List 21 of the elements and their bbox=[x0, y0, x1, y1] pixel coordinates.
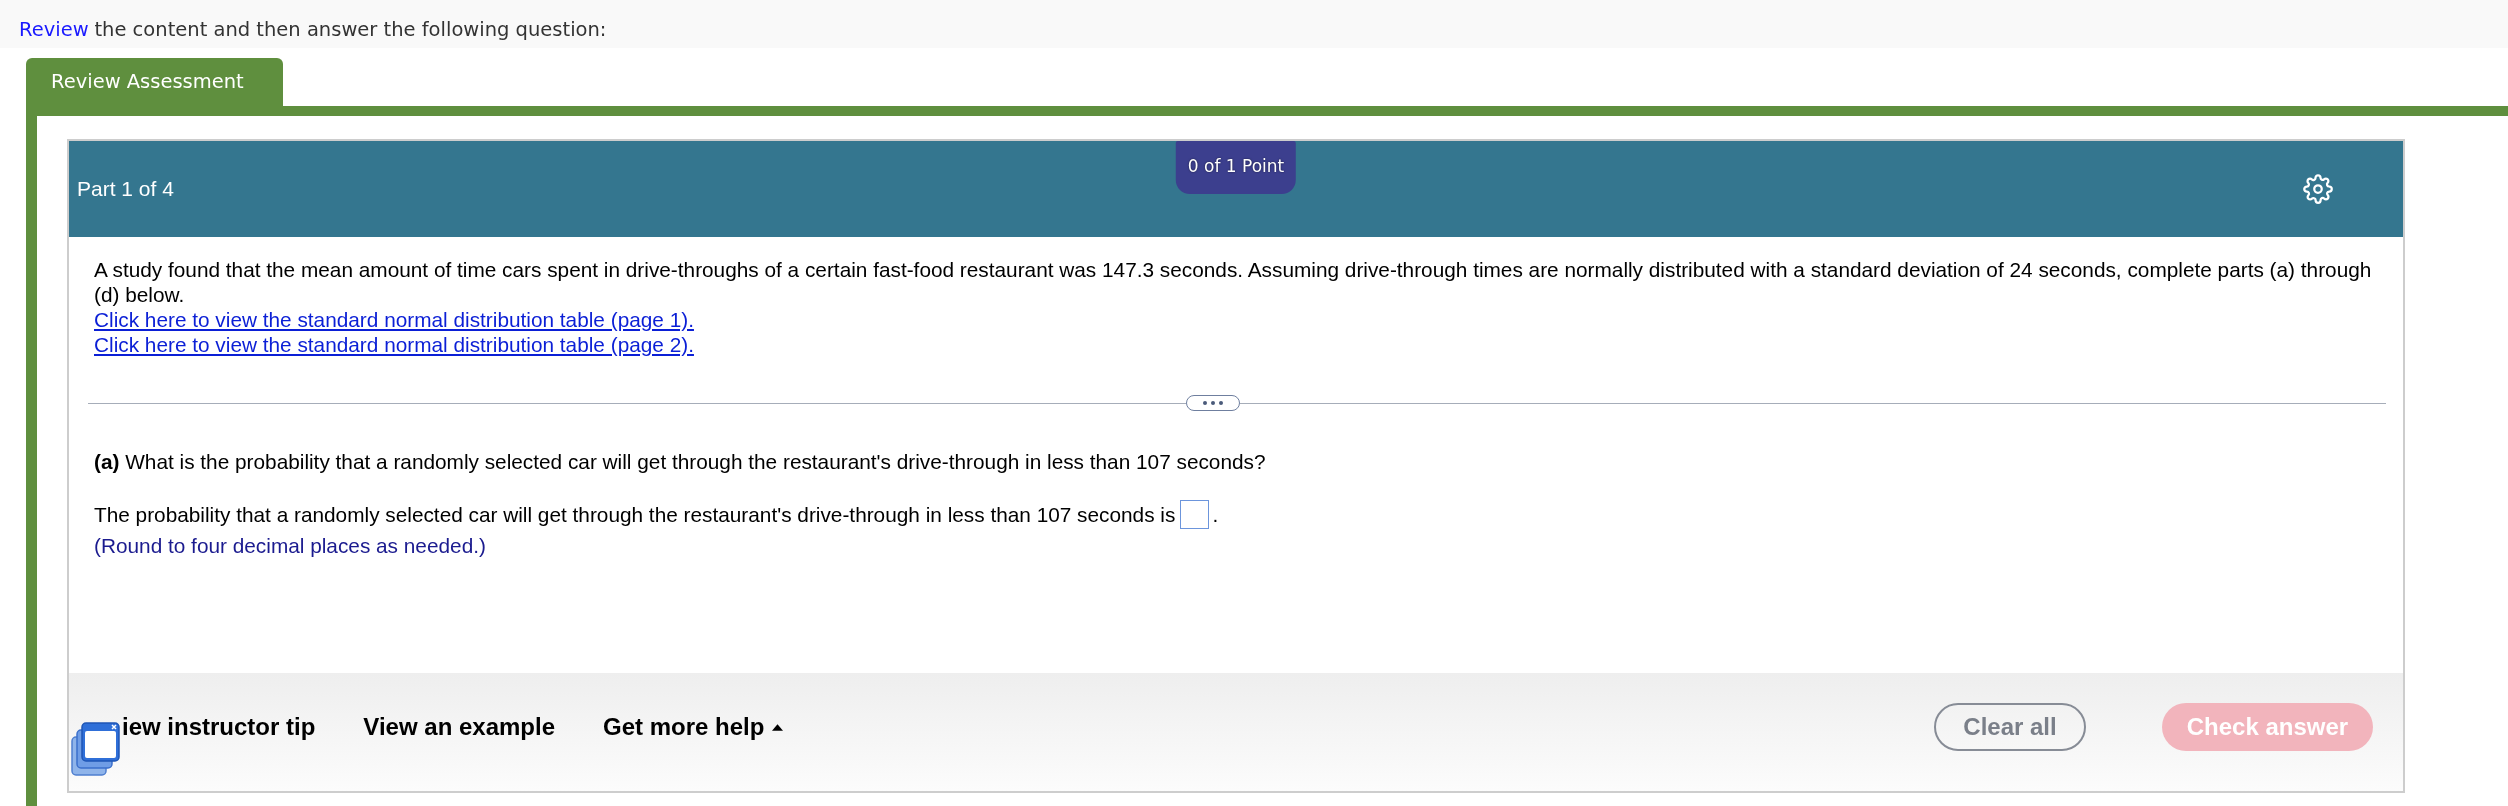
dots-icon bbox=[1203, 401, 1223, 405]
score-badge: 0 of 1 Point bbox=[1175, 141, 1297, 194]
table-link[interactable]: Click here to view the standard normal distribution table (page 1). bbox=[94, 307, 694, 332]
answer-field[interactable] bbox=[1180, 500, 1210, 529]
review-link[interactable]: Review bbox=[19, 17, 89, 48]
help-menu-button[interactable]: Get more help bbox=[603, 703, 784, 751]
settings-icon[interactable] bbox=[2303, 174, 2333, 204]
expand-button[interactable] bbox=[1186, 395, 1240, 411]
help-link[interactable]: iew instructor tip bbox=[122, 703, 316, 751]
clear-all-button[interactable]: Clear all bbox=[1934, 703, 2086, 751]
caret-up-icon bbox=[772, 723, 784, 731]
part-label: Part 1 of 4 bbox=[77, 177, 174, 201]
review-assessment-tab[interactable]: Review Assessment bbox=[26, 58, 283, 106]
problem-statement: A study found that the mean amount of time cars spent in drive-throughs of a certain fast-food restaurant was 147.3 seconds. Assuming drive-through times are normally distributed with a standard deviation of 24 seconds, complete parts (a) through (d) below. bbox=[94, 257, 2373, 307]
answer-sentence: The probability that a randomly selected car will get through the restaurant's drive-through in less than 107 seconds is bbox=[94, 502, 1176, 527]
sentence-period: . bbox=[1212, 502, 1219, 527]
question-text: (a) What is the probability that a randomly selected car will get through the restaurant's drive-through in less than 107 seconds? bbox=[94, 449, 1267, 474]
table-link[interactable]: Click here to view the standard normal distribution table (page 2). bbox=[94, 332, 694, 357]
instruction-text: the content and then answer the following question: bbox=[94, 17, 607, 43]
rounding-hint: (Round to four decimal places as needed.) bbox=[94, 534, 486, 557]
help-link[interactable]: View an example bbox=[363, 703, 556, 751]
